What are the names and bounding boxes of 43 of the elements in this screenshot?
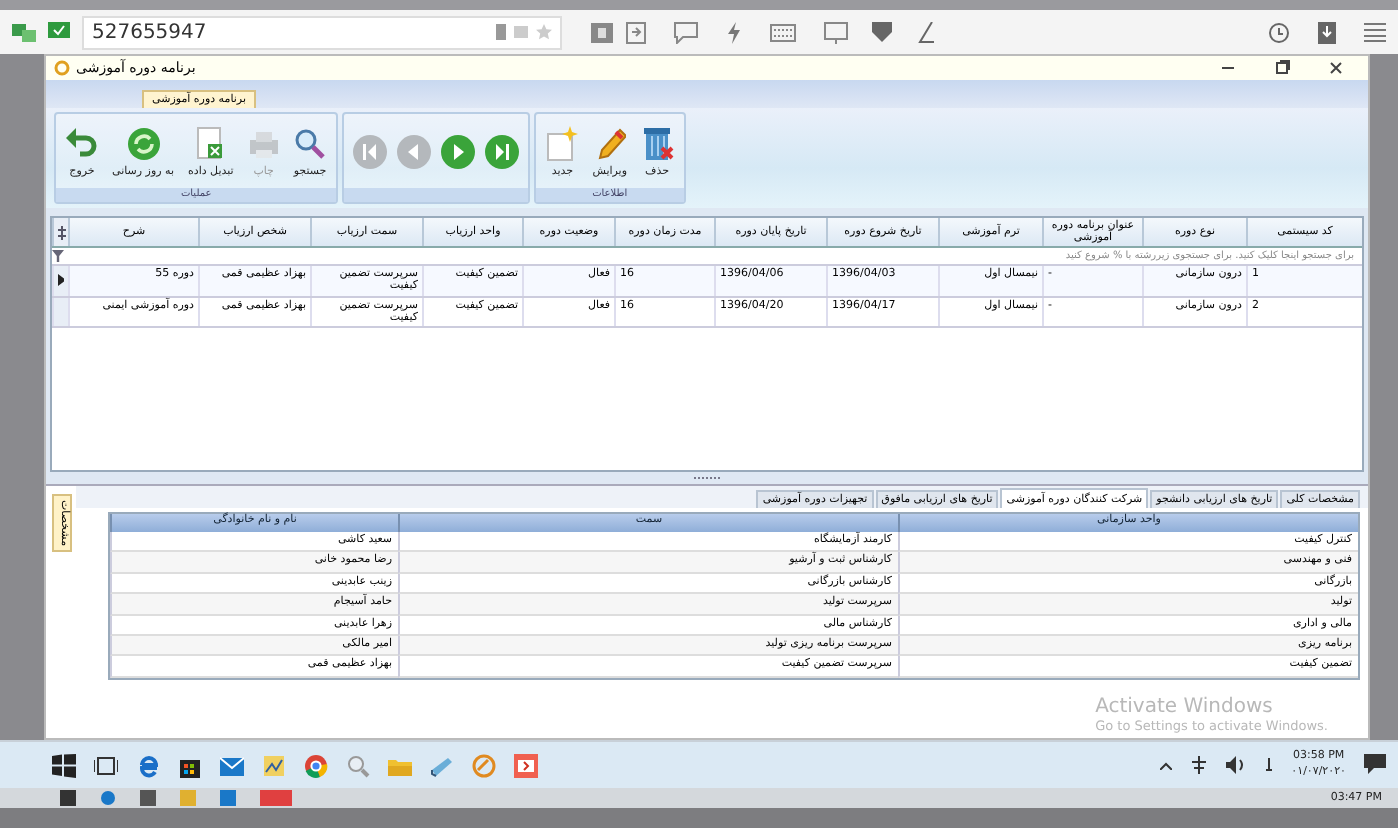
download-icon[interactable] <box>1318 21 1336 43</box>
start-icon[interactable] <box>60 790 76 806</box>
tray-chevron-icon[interactable] <box>1159 761 1172 769</box>
monitor-check-icon[interactable] <box>48 22 70 42</box>
monitor-icon[interactable] <box>824 21 848 43</box>
connection-icon[interactable] <box>12 22 36 42</box>
mail-icon[interactable] <box>220 753 244 777</box>
notification-icon[interactable] <box>1364 754 1386 776</box>
refresh-icon <box>125 125 161 161</box>
chrome-icon[interactable] <box>304 753 328 777</box>
row-selector[interactable] <box>52 266 68 296</box>
new-document-icon <box>546 125 579 161</box>
keyboard-layout-icon[interactable] <box>1263 757 1274 773</box>
lightning-icon[interactable] <box>726 21 742 43</box>
history-icon[interactable] <box>1268 21 1290 43</box>
app-icon[interactable] <box>262 753 286 777</box>
current-row-icon <box>58 274 64 287</box>
app-icon <box>54 60 70 76</box>
start-icon[interactable] <box>52 753 76 777</box>
remote-desktop-icon[interactable] <box>514 753 538 777</box>
activation-title: Activate Windows <box>1095 696 1275 718</box>
star-icon[interactable] <box>536 24 552 40</box>
search-icon <box>294 125 327 161</box>
session-id-field[interactable]: 527655947 <box>82 15 562 49</box>
file-transfer-icon[interactable] <box>626 21 646 43</box>
menu-icon[interactable] <box>1364 22 1386 42</box>
nav-next-icon[interactable] <box>440 133 477 169</box>
network-icon[interactable] <box>1189 756 1208 774</box>
back-arrow-icon <box>66 125 98 161</box>
column-chooser-icon[interactable] <box>57 225 65 239</box>
nav-last-icon[interactable] <box>484 133 521 169</box>
spreadsheet-icon <box>194 125 227 161</box>
browser-icon[interactable] <box>136 753 160 777</box>
magnifier-icon[interactable] <box>346 753 370 777</box>
browser-icon[interactable] <box>100 790 116 806</box>
trash-icon <box>641 125 673 161</box>
pen-icon[interactable] <box>916 21 934 43</box>
task-view-icon[interactable] <box>94 753 118 777</box>
volume-icon[interactable] <box>1225 756 1246 774</box>
message-icon[interactable] <box>674 21 698 43</box>
keyboard-icon[interactable] <box>770 23 796 41</box>
shield-icon[interactable] <box>872 22 892 42</box>
pencil-icon <box>593 125 626 161</box>
